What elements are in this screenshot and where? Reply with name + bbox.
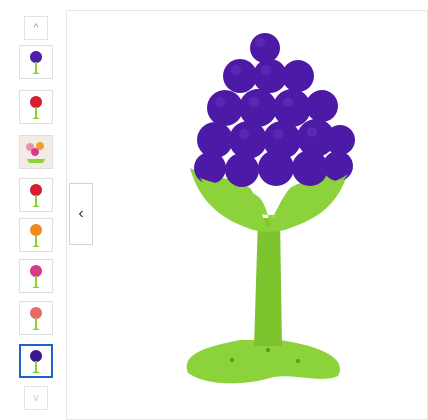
thumbnail-3[interactable] xyxy=(19,135,53,169)
scroll-down-button[interactable]: v xyxy=(24,386,48,410)
chevron-left-icon: ‹ xyxy=(78,205,84,222)
grape-cluster xyxy=(194,33,355,187)
thumbnail-7[interactable] xyxy=(19,301,53,335)
teether-base xyxy=(186,340,341,384)
thumbnail-8-selected[interactable] xyxy=(19,344,53,378)
scroll-up-button[interactable]: ^ xyxy=(24,16,48,40)
grape-thumb-icon xyxy=(30,350,42,373)
thumbnail-1[interactable] xyxy=(19,45,53,79)
thumbnail-6[interactable] xyxy=(19,259,53,293)
strawberry-thumb-icon xyxy=(30,184,42,207)
thumbnail-4[interactable] xyxy=(19,178,53,212)
multi-fruit-thumb-icon xyxy=(26,142,45,163)
teether-stem xyxy=(254,218,282,346)
thumbnail-2[interactable] xyxy=(19,90,53,124)
grape-teether-image xyxy=(186,33,355,384)
thumbnail-rail: ^ v xyxy=(0,0,70,420)
chevron-up-icon: ^ xyxy=(33,22,39,34)
peach-thumb-icon xyxy=(30,307,42,330)
berry-thumb-icon xyxy=(30,265,42,288)
strawberry-thumb-icon xyxy=(30,96,42,119)
thumbnail-5[interactable] xyxy=(19,218,53,252)
grape-thumb-icon xyxy=(30,51,42,74)
chevron-down-icon: v xyxy=(33,392,39,404)
orange-thumb-icon xyxy=(30,224,42,247)
previous-image-button[interactable]: ‹ xyxy=(69,183,93,245)
